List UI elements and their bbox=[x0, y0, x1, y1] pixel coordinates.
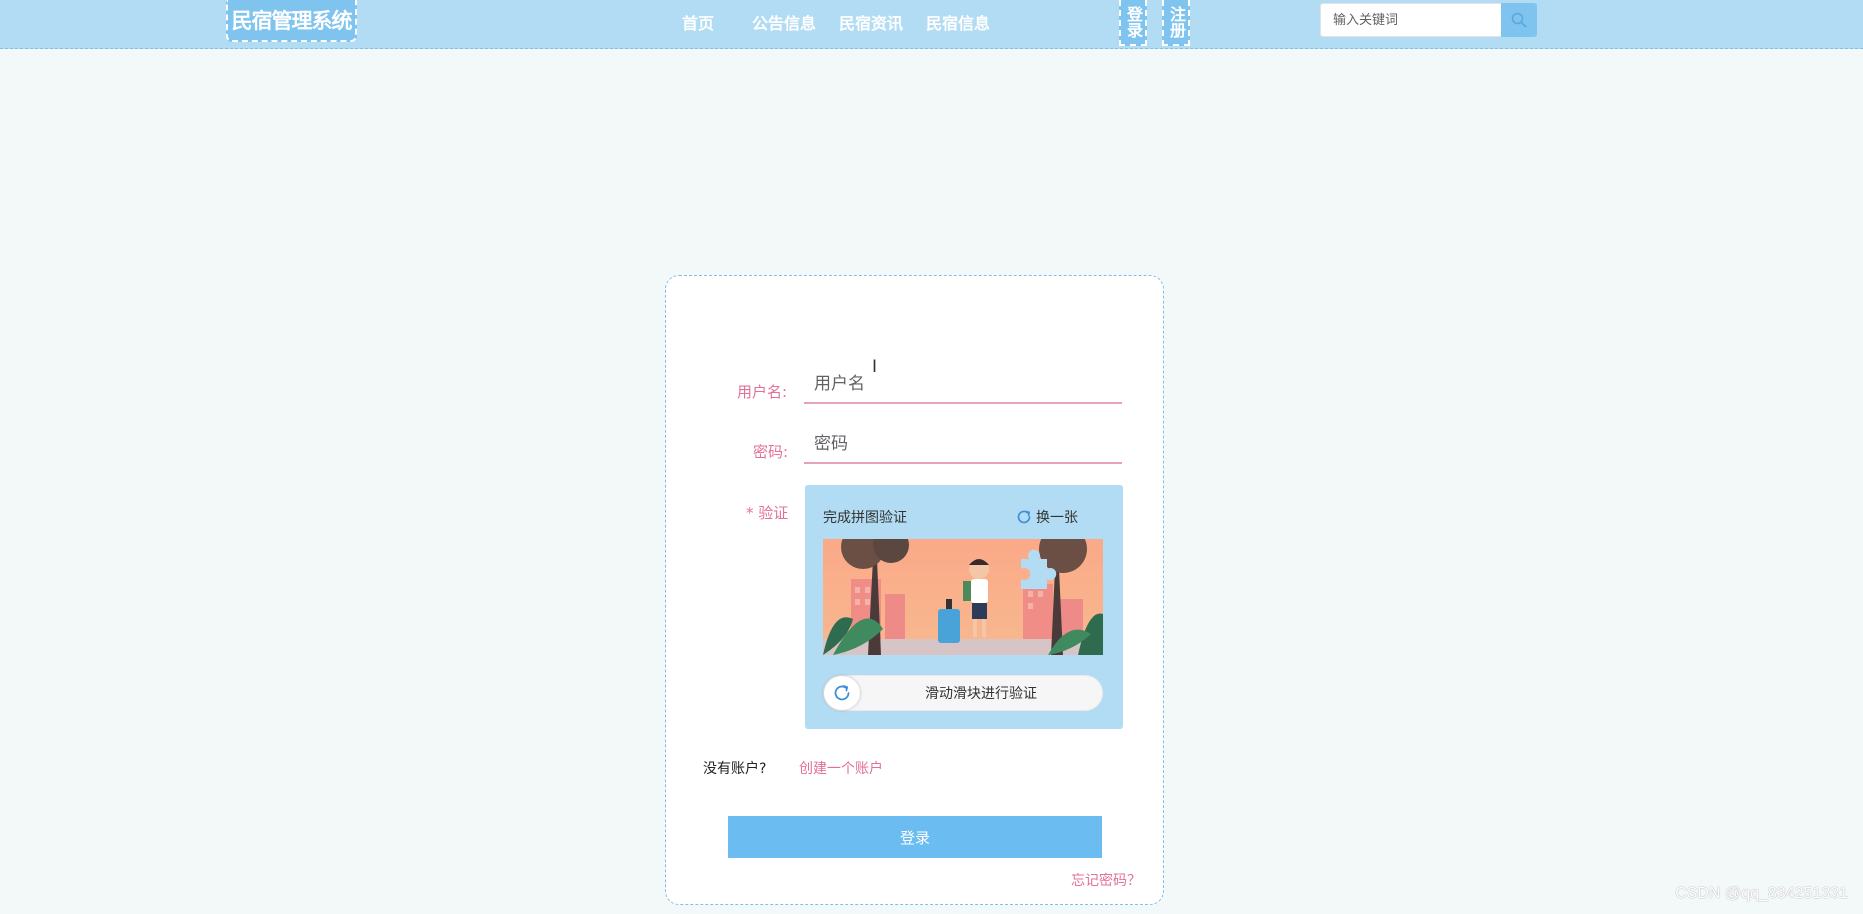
captcha-label: * 验证 bbox=[746, 504, 789, 522]
top-navbar: 民宿管理系统 首页 公告信息 民宿资讯 民宿信息 登录 注册 bbox=[0, 0, 1863, 49]
captcha-refresh-button[interactable]: 换一张 bbox=[1016, 507, 1078, 527]
login-nav-button[interactable]: 登录 bbox=[1119, 0, 1147, 46]
watermark: CSDN @qq_834251331 bbox=[1675, 885, 1848, 902]
nav-news[interactable]: 民宿资讯 bbox=[839, 10, 903, 33]
captcha-refresh-label: 换一张 bbox=[1036, 510, 1078, 526]
search-input[interactable] bbox=[1320, 3, 1502, 37]
username-input[interactable] bbox=[804, 366, 1122, 404]
login-submit-button[interactable]: 登录 bbox=[728, 816, 1102, 858]
puzzle-captcha: 完成拼图验证 换一张 滑动滑块进行验证 bbox=[805, 485, 1123, 729]
login-card: 用户名: 密码: * 验证 完成拼图验证 换一张 bbox=[665, 275, 1164, 905]
username-label: 用户名: bbox=[737, 383, 788, 401]
slider-track[interactable]: 滑动滑块进行验证 bbox=[823, 675, 1103, 711]
nav-homestays[interactable]: 民宿信息 bbox=[926, 10, 990, 33]
create-account-link[interactable]: 创建一个账户 bbox=[799, 758, 883, 778]
refresh-icon bbox=[834, 685, 850, 701]
site-logo[interactable]: 民宿管理系统 bbox=[226, 0, 357, 42]
search-icon bbox=[1511, 12, 1527, 28]
nav-home[interactable]: 首页 bbox=[682, 10, 714, 33]
slider-hint: 滑动滑块进行验证 bbox=[925, 686, 1037, 702]
refresh-icon bbox=[1017, 510, 1031, 524]
slider-handle[interactable] bbox=[824, 676, 860, 710]
captcha-title: 完成拼图验证 bbox=[823, 510, 907, 526]
nav-announcements[interactable]: 公告信息 bbox=[752, 10, 816, 33]
no-account-text: 没有账户? bbox=[703, 761, 767, 777]
text-cursor: I bbox=[872, 357, 878, 377]
register-nav-button[interactable]: 注册 bbox=[1162, 0, 1190, 46]
password-label: 密码: bbox=[753, 443, 789, 461]
password-input[interactable] bbox=[804, 426, 1122, 464]
search-button[interactable] bbox=[1501, 3, 1537, 37]
puzzle-image bbox=[823, 539, 1103, 655]
forgot-password-link[interactable]: 忘记密码？ bbox=[1071, 870, 1141, 890]
